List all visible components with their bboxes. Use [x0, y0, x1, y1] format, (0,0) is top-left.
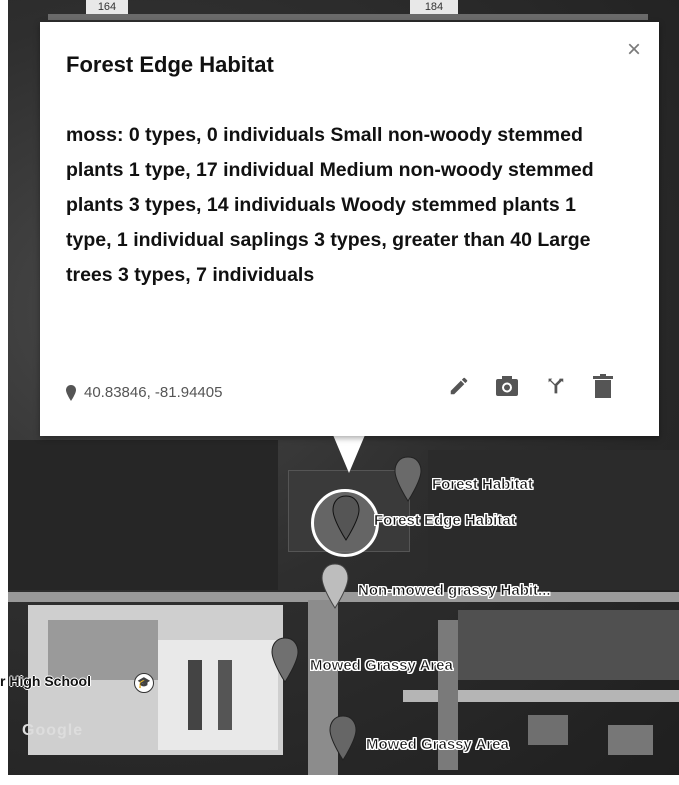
school-building [48, 620, 158, 680]
map-pin-icon[interactable] [331, 494, 361, 542]
marker-label-forest-habitat[interactable]: Forest Habitat [432, 476, 533, 494]
location-pin-icon [66, 384, 76, 401]
popup-description: moss: 0 types, 0 individuals Small non-w… [66, 124, 594, 286]
coordinates-text: 40.83846, -81.94405 [84, 384, 223, 401]
google-logo: Google [22, 722, 84, 739]
camera-icon[interactable] [495, 372, 519, 400]
school-label: r High School [0, 673, 91, 689]
popup-pointer [333, 435, 365, 473]
tree-area [8, 440, 278, 590]
parking-lot [458, 610, 679, 680]
school-icon: 🎓 [134, 673, 154, 693]
merge-icon[interactable] [543, 372, 567, 400]
close-icon[interactable]: × [627, 36, 641, 64]
school-building [218, 660, 232, 730]
road [48, 14, 648, 20]
house [608, 725, 653, 755]
map-pin-icon[interactable] [393, 455, 423, 503]
popup-title: Forest Edge Habitat [66, 52, 274, 77]
coordinates-row: 40.83846, -81.94405 [66, 384, 222, 401]
marker-label-mowed-grassy-area[interactable]: Mowed Grassy Area [366, 736, 509, 754]
trash-icon[interactable] [591, 372, 615, 400]
marker-label-mowed-grassy-area[interactable]: Mowed Grassy Area [310, 657, 453, 675]
popup-actions [447, 372, 615, 400]
edit-icon[interactable] [447, 372, 471, 400]
map-pin-icon[interactable] [328, 714, 358, 762]
road-label: 164 [86, 0, 128, 14]
marker-label-forest-edge-habitat[interactable]: Forest Edge Habitat [374, 512, 516, 530]
road-label: 184 [410, 0, 458, 14]
screenshot: 164 184 Google r High School 🎓 Forest Ha… [0, 0, 679, 785]
marker-label-non-mowed-grassy[interactable]: Non-mowed grassy Habit... [358, 582, 551, 600]
info-popup: Forest Edge Habitat × moss: 0 types, 0 i… [40, 22, 659, 436]
map-pin-icon[interactable] [320, 562, 350, 610]
house [528, 715, 568, 745]
school-building [188, 660, 202, 730]
map-pin-icon[interactable] [270, 636, 300, 684]
